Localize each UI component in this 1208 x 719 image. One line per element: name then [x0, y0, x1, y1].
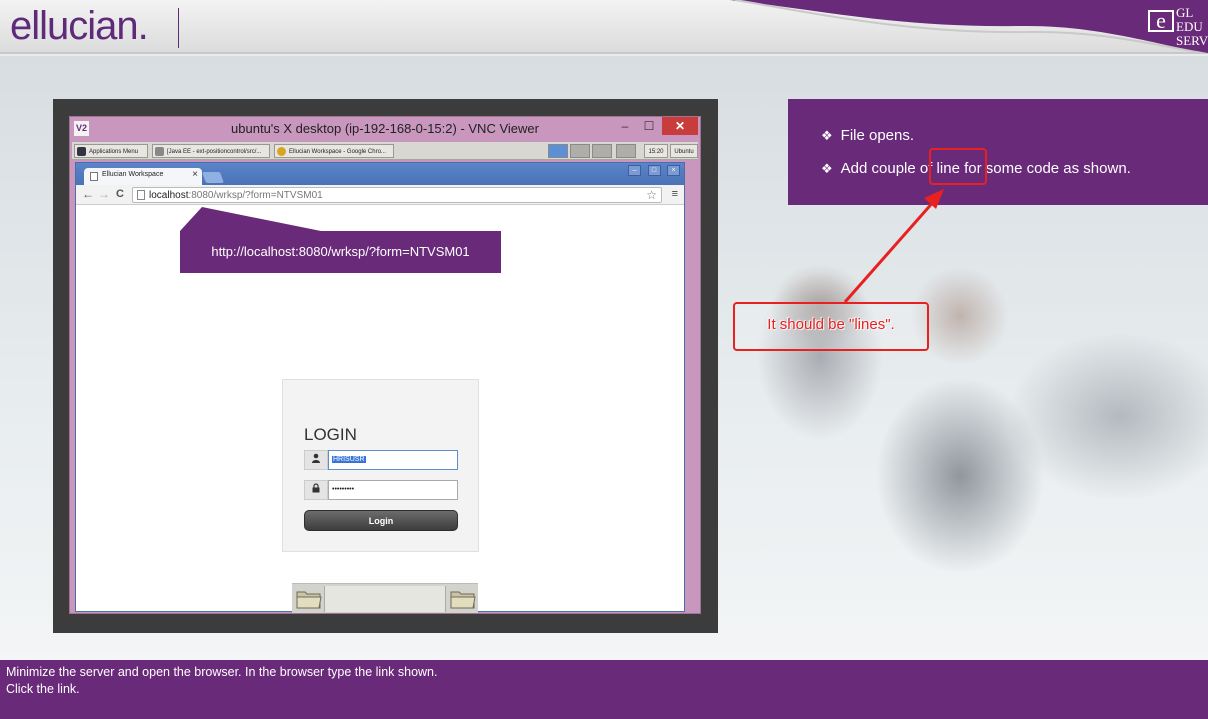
clock: 15:20 — [644, 144, 668, 158]
ellucian-logo: ellucian. — [10, 4, 149, 48]
close-button[interactable]: ✕ — [662, 117, 698, 135]
browser-window-controls: – □ × — [626, 165, 680, 177]
task-label: Applications Menu — [89, 149, 139, 155]
diamond-bullet-icon: ❖ — [821, 128, 833, 143]
caption-line: Minimize the server and open the browser… — [6, 665, 438, 679]
brand-text: GL EDU SERVI — [1176, 6, 1208, 48]
tray-workspace-1[interactable] — [570, 144, 590, 158]
login-title: LOGIN — [304, 425, 357, 444]
bookmark-star-icon[interactable]: ☆ — [646, 188, 657, 202]
brand-line: GL — [1176, 5, 1194, 20]
brand-mark: e GL EDU SERVI — [1140, 4, 1208, 52]
taskbar-item-eclipse[interactable]: [Java EE - ext-positioncontrol/src/... — [152, 144, 270, 158]
tray-workspace-2[interactable] — [592, 144, 612, 158]
vnc-title: ubuntu's X desktop (ip-192-168-0-15:2) -… — [231, 121, 539, 136]
desktop-bottom-panel — [292, 583, 478, 613]
eclipse-icon — [155, 147, 164, 156]
username-value: HRISUSR — [332, 456, 366, 463]
correction-text: It should be "lines". — [767, 316, 895, 333]
brand-line: EDU — [1176, 19, 1203, 34]
task-label: [Java EE - ext-positioncontrol/src/... — [167, 149, 262, 155]
user-menu[interactable]: Ubuntu — [670, 144, 698, 158]
browser-maximize-button[interactable]: □ — [647, 165, 661, 176]
login-panel: LOGIN HRISUSR ••••••••• Login — [282, 379, 479, 552]
instruction-item: ❖ File opens. — [821, 127, 914, 144]
password-row: ••••••••• — [304, 480, 458, 500]
diamond-bullet-icon: ❖ — [821, 161, 833, 176]
header-swoosh — [730, 0, 1208, 54]
folder-icon[interactable] — [295, 588, 323, 610]
vnc-window: V2 ubuntu's X desktop (ip-192-168-0-15:2… — [69, 116, 701, 614]
login-button[interactable]: Login — [304, 510, 458, 531]
folder-icon[interactable] — [449, 588, 477, 610]
maximize-button[interactable]: ☐ — [638, 117, 660, 135]
brand-e-icon: e — [1148, 10, 1174, 32]
instruction-text: File opens. — [840, 127, 915, 144]
mouse-icon — [77, 147, 86, 156]
taskbar-item-chrome[interactable]: Ellucian Workspace - Google Chro... — [274, 144, 394, 158]
browser-window: Ellucian Workspace × – □ × ← → C localho… — [75, 162, 685, 613]
applications-menu-button[interactable]: Applications Menu — [74, 144, 148, 158]
lock-icon — [304, 480, 328, 500]
user-icon — [304, 450, 328, 470]
vnc-titlebar: V2 ubuntu's X desktop (ip-192-168-0-15:2… — [70, 117, 700, 141]
password-value: ••••••••• — [332, 486, 355, 493]
desktop-taskbar: Applications Menu [Java EE - ext-positio… — [72, 142, 698, 160]
tray-network-icon[interactable] — [548, 144, 568, 158]
username-row: HRISUSR — [304, 450, 458, 470]
url-callout: http://localhost:8080/wrksp/?form=NTVSM0… — [180, 231, 501, 273]
password-input[interactable]: ••••••••• — [328, 480, 458, 500]
browser-minimize-button[interactable]: – — [628, 165, 642, 176]
caption-bar: Minimize the server and open the browser… — [0, 660, 1208, 719]
browser-menu-icon[interactable]: ≡ — [672, 188, 678, 200]
instruction-box: ❖ File opens. ❖ Add couple of line for som… — [788, 99, 1208, 205]
tray-workspace-3[interactable] — [616, 144, 636, 158]
chrome-icon — [277, 147, 286, 156]
caption-line: Click the link. — [6, 682, 80, 696]
brand-line: SERVI — [1176, 33, 1208, 48]
task-label: Ellucian Workspace - Google Chro... — [289, 149, 386, 155]
username-input[interactable]: HRISUSR — [328, 450, 458, 470]
callout-text: http://localhost:8080/wrksp/?form=NTVSM0… — [211, 244, 470, 259]
logo-divider — [178, 8, 179, 48]
correction-note: It should be "lines". — [733, 302, 929, 351]
browser-close-button[interactable]: × — [667, 165, 680, 176]
panel-spacer — [324, 586, 446, 612]
header: ellucian. e GL EDU SERVI — [0, 0, 1208, 54]
minimize-button[interactable]: – — [614, 117, 636, 135]
screenshot-panel: V2 ubuntu's X desktop (ip-192-168-0-15:2… — [53, 99, 718, 633]
highlight-box — [929, 148, 987, 185]
